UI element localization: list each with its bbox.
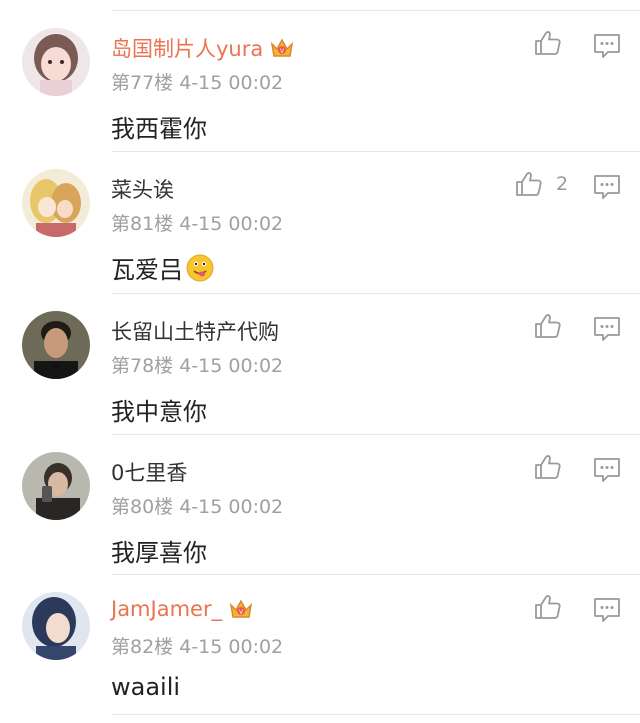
comment-reply-icon[interactable] [592,314,622,344]
avatar[interactable] [22,592,90,660]
comment-reply-icon[interactable] [592,595,622,625]
comment-body: 我中意你 [111,398,207,426]
divider [112,574,640,575]
comment-item: 长留山土特产代购 第78楼 4-15 00:02 我中意你 [0,283,640,427]
comment-body: waaili [111,673,181,701]
avatar[interactable] [22,452,90,520]
like-count: 2 [556,173,569,195]
like-icon[interactable] [533,452,563,482]
floor-number: 第81楼 [111,213,174,235]
avatar[interactable] [22,311,90,379]
like-icon[interactable] [533,28,563,58]
avatar[interactable] [22,169,90,237]
comment-reply-icon[interactable] [592,172,622,202]
timestamp: 4-15 00:02 [179,636,284,658]
like-icon[interactable] [533,592,563,622]
comment-body: 瓦爱吕 [111,256,183,284]
username-text: 0七里香 [111,461,188,485]
comment-reply-icon[interactable] [592,31,622,61]
timestamp: 4-15 00:02 [179,355,284,377]
floor-number: 第78楼 [111,355,174,377]
comment-item: 0七里香 第80楼 4-15 00:02 我厚喜你 [0,424,640,568]
timestamp: 4-15 00:02 [179,496,284,518]
divider [112,293,640,294]
comment-text: 我西霍你 [111,109,207,144]
username[interactable]: 菜头诶 [111,174,174,204]
username-text: 岛国制片人yura [111,37,264,61]
floor-number: 第77楼 [111,72,174,94]
comment-meta: 第82楼 4-15 00:02 [111,632,283,659]
avatar[interactable] [22,28,90,96]
comment-body: 我厚喜你 [111,539,207,567]
divider [112,434,640,435]
username[interactable]: JamJamer_ V [111,597,254,621]
comment-meta: 第80楼 4-15 00:02 [111,492,283,519]
vip-crown-icon: V [269,36,295,60]
username-text: 菜头诶 [111,178,174,202]
timestamp: 4-15 00:02 [179,72,284,94]
comment-text: 瓦爱吕 [111,250,214,285]
floor-number: 第82楼 [111,636,174,658]
like-icon[interactable] [514,169,544,199]
comment-item: 岛国制片人yura V 第77楼 4-15 00:02 我西霍你 [0,0,640,144]
like-icon[interactable] [533,311,563,341]
comment-meta: 第78楼 4-15 00:02 [111,351,283,378]
username-text: 长留山土特产代购 [111,320,279,344]
username[interactable]: 岛国制片人yura V [111,33,295,63]
username[interactable]: 长留山土特产代购 [111,316,279,346]
comment-meta: 第77楼 4-15 00:02 [111,68,283,95]
comment-meta: 第81楼 4-15 00:02 [111,209,283,236]
username[interactable]: 0七里香 [111,457,187,487]
comment-text: 我中意你 [111,392,207,427]
divider [112,151,640,152]
divider [112,714,640,715]
comment-body: 我西霍你 [111,115,207,143]
comment-item: 菜头诶 第81楼 4-15 00:02 瓦爱吕 2 [0,141,640,285]
comment-item: JamJamer_ V 第82楼 4-15 00:02 waaili [0,564,640,705]
comment-text: waaili [111,673,180,701]
timestamp: 4-15 00:02 [179,213,284,235]
comment-reply-icon[interactable] [592,455,622,485]
username-text: JamJamer_ [111,597,223,621]
divider [112,10,640,11]
vip-crown-icon: V [228,597,254,621]
smiley-tongue-emoji-icon [186,254,214,282]
floor-number: 第80楼 [111,496,174,518]
comment-text: 我厚喜你 [111,533,207,568]
